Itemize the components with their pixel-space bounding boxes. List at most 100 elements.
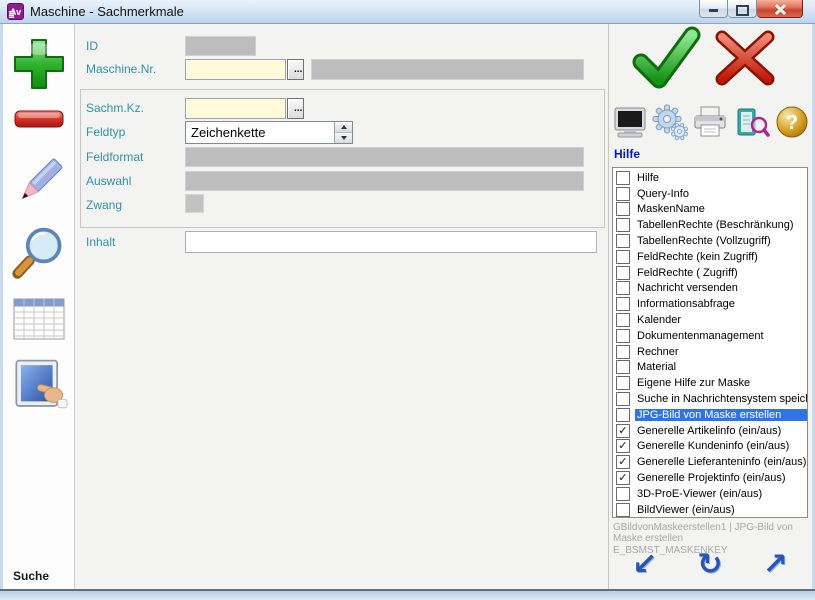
- titlebar: Av Maschine - Sachmerkmale: [0, 0, 815, 24]
- checkbox-checked-icon[interactable]: ✓: [616, 439, 630, 453]
- mask-search-button[interactable]: [733, 104, 771, 143]
- add-button[interactable]: [10, 36, 68, 92]
- help-list-item[interactable]: Dokumentenmanagement: [613, 328, 807, 344]
- pencil-icon: [10, 150, 68, 214]
- checkbox-icon[interactable]: [616, 266, 630, 280]
- print-button[interactable]: [691, 104, 729, 143]
- help-list-item-label: JPG-Bild von Maske erstellen: [635, 409, 807, 421]
- maximize-icon: [736, 5, 749, 16]
- help-list[interactable]: HilfeQuery-InfoMaskenNameTabellenRechte …: [612, 167, 808, 518]
- help-list-item-label: Suche in Nachrichtensystem speich: [635, 393, 808, 405]
- help-list-item[interactable]: JPG-Bild von Maske erstellen: [613, 407, 807, 423]
- minimize-button[interactable]: [699, 0, 728, 18]
- checkbox-icon[interactable]: [616, 171, 630, 185]
- checkbox-icon[interactable]: [616, 202, 630, 216]
- inhalt-field[interactable]: [185, 231, 597, 253]
- checkbox-icon[interactable]: [616, 360, 630, 374]
- help-list-item[interactable]: Eigene Hilfe zur Maske: [613, 375, 807, 391]
- help-list-item-label: FeldRechte ( Zugriff): [635, 267, 740, 279]
- help-list-item-label: Material: [635, 361, 678, 373]
- settings-button[interactable]: [652, 104, 688, 143]
- help-list-item[interactable]: 3D-ProE-Viewer (ein/aus): [613, 486, 807, 502]
- arrow-down-left-icon[interactable]: ↙: [632, 548, 657, 582]
- help-list-item[interactable]: BildViewer (ein/aus): [613, 502, 807, 518]
- grid-button[interactable]: [10, 296, 68, 342]
- feldtyp-spinedit: [185, 121, 353, 144]
- help-list-item-label: Query-Info: [635, 188, 691, 200]
- nav-arrows: ↙ ↻ ↗: [612, 548, 808, 582]
- help-list-item[interactable]: ✓Generelle Kundeninfo (ein/aus): [613, 439, 807, 455]
- checkbox-icon[interactable]: [616, 250, 630, 264]
- checkbox-icon[interactable]: [616, 218, 630, 232]
- feldtyp-input[interactable]: [186, 122, 334, 143]
- maschine-nr-browse-button[interactable]: ...: [287, 59, 304, 80]
- checkbox-icon[interactable]: [616, 329, 630, 343]
- table-icon: [13, 296, 65, 342]
- help-list-item-label: Eigene Hilfe zur Maske: [635, 377, 752, 389]
- screen-button[interactable]: [612, 104, 648, 143]
- help-list-item[interactable]: MaskenName: [613, 202, 807, 218]
- close-button[interactable]: [757, 0, 803, 18]
- checkbox-icon[interactable]: [616, 345, 630, 359]
- help-list-item-label: Generelle Artikelinfo (ein/aus): [635, 425, 783, 437]
- sachm-kz-browse-button[interactable]: ...: [287, 98, 304, 119]
- help-list-item-label: 3D-ProE-Viewer (ein/aus): [635, 488, 764, 500]
- auswahl-field: [185, 171, 584, 191]
- delete-button[interactable]: [10, 106, 68, 132]
- checkbox-checked-icon[interactable]: ✓: [616, 424, 630, 438]
- help-list-item[interactable]: TabellenRechte (Beschränkung): [613, 217, 807, 233]
- spin-down-button[interactable]: [335, 132, 352, 143]
- help-list-item[interactable]: Hilfe: [613, 170, 807, 186]
- checkbox-icon[interactable]: [616, 187, 630, 201]
- gears-icon: [652, 104, 688, 140]
- checkbox-icon[interactable]: [616, 503, 630, 517]
- maximize-button[interactable]: [728, 0, 757, 18]
- maschine-nr-field[interactable]: [185, 59, 286, 80]
- select-screen-button[interactable]: [10, 354, 68, 418]
- check-icon: [628, 26, 703, 90]
- help-list-item-label: BildViewer (ein/aus): [635, 504, 737, 516]
- checkbox-icon[interactable]: [616, 376, 630, 390]
- help-list-item[interactable]: Kalender: [613, 312, 807, 328]
- help-list-item[interactable]: Material: [613, 360, 807, 376]
- checkbox-icon[interactable]: [616, 392, 630, 406]
- help-list-item[interactable]: FeldRechte ( Zugriff): [613, 265, 807, 281]
- question-icon: ?: [774, 104, 810, 140]
- help-list-item[interactable]: Rechner: [613, 344, 807, 360]
- monitor-icon: [612, 104, 648, 140]
- help-list-item[interactable]: ✓ Generelle Projektinfo (ein/aus): [613, 470, 807, 486]
- checkbox-checked-icon[interactable]: ✓: [616, 455, 630, 469]
- arrow-up-right-icon[interactable]: ↗: [763, 548, 788, 582]
- edit-button[interactable]: [10, 150, 68, 214]
- checkbox-icon[interactable]: [616, 281, 630, 295]
- hilfe-header: Hilfe: [614, 147, 640, 161]
- refresh-icon[interactable]: ↻: [697, 548, 722, 582]
- help-list-item[interactable]: ✓Generelle Lieferanteninfo (ein/aus): [613, 454, 807, 470]
- help-list-item-label: Generelle Projektinfo (ein/aus): [635, 472, 788, 484]
- magnifier-icon: [10, 222, 68, 284]
- window-title: Maschine - Sachmerkmale: [30, 4, 184, 19]
- checkbox-icon[interactable]: [616, 297, 630, 311]
- help-list-item[interactable]: ✓ Generelle Artikelinfo (ein/aus): [613, 423, 807, 439]
- checkbox-checked-icon[interactable]: ✓: [616, 471, 630, 485]
- sachm-kz-field[interactable]: [185, 98, 286, 119]
- spin-up-button[interactable]: [335, 122, 352, 132]
- help-list-item-label: Kalender: [635, 314, 683, 326]
- checkbox-icon[interactable]: [616, 487, 630, 501]
- cross-icon: [710, 28, 780, 88]
- help-list-item[interactable]: TabellenRechte (Vollzugriff): [613, 233, 807, 249]
- help-list-item[interactable]: Nachricht versenden: [613, 281, 807, 297]
- id-field: [185, 36, 256, 56]
- help-button[interactable]: ?: [774, 104, 810, 143]
- help-list-item[interactable]: FeldRechte (kein Zugriff): [613, 249, 807, 265]
- checkbox-icon[interactable]: [616, 408, 630, 422]
- help-list-item[interactable]: Query-Info: [613, 186, 807, 202]
- help-list-item[interactable]: Informationsabfrage: [613, 296, 807, 312]
- checkbox-icon[interactable]: [616, 313, 630, 327]
- search-button[interactable]: [10, 222, 68, 284]
- checkbox-icon[interactable]: [616, 234, 630, 248]
- ok-button[interactable]: [628, 26, 703, 93]
- feldtyp-spin-buttons: [334, 122, 352, 143]
- help-list-item[interactable]: Suche in Nachrichtensystem speich: [613, 391, 807, 407]
- cancel-button[interactable]: [710, 28, 780, 91]
